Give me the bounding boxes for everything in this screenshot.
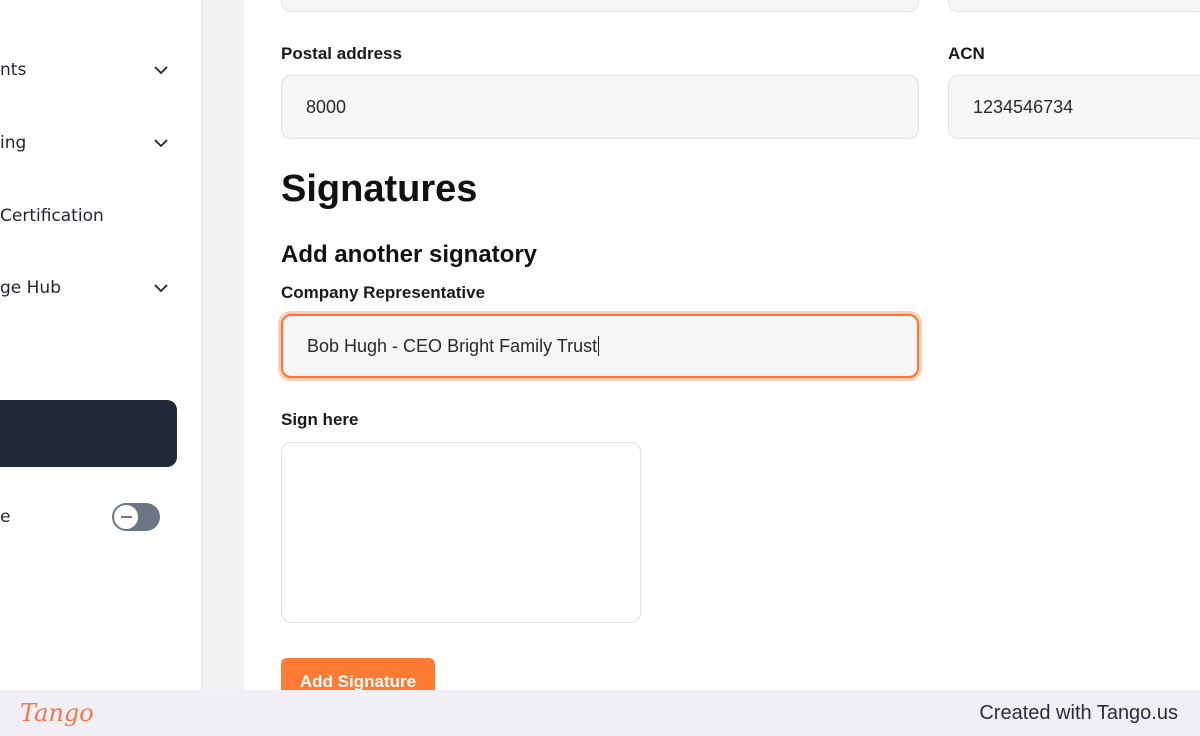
previous-field-right[interactable] [948, 0, 1200, 12]
text-caret [598, 336, 600, 356]
minus-icon [114, 505, 138, 529]
sign-here-label: Sign here [281, 410, 359, 429]
previous-field-left[interactable] [281, 0, 919, 12]
sidebar-item-label: nts [0, 60, 27, 80]
company-representative-value: Bob Hugh - CEO Bright Family Trust [307, 335, 598, 356]
sidebar-item-certification[interactable]: Certification [0, 196, 190, 236]
chevron-down-icon [154, 66, 168, 75]
chevron-down-icon [154, 284, 168, 293]
signature-pad[interactable] [281, 442, 641, 623]
tango-footer: Tango Created with Tango.us [0, 690, 1200, 736]
company-representative-input[interactable]: Bob Hugh - CEO Bright Family Trust [281, 314, 919, 378]
acn-value: 1234546734 [973, 96, 1074, 117]
sidebar-item-hub[interactable]: ge Hub [0, 268, 190, 308]
sidebar: nts ing Certification ge Hub e [0, 0, 202, 690]
signatures-heading: Signatures [281, 168, 478, 210]
chevron-down-icon [154, 139, 168, 148]
postal-address-value: 8000 [306, 96, 347, 117]
theme-toggle[interactable] [112, 503, 160, 531]
sidebar-active-item[interactable] [0, 400, 177, 467]
postal-address-input[interactable]: 8000 [281, 75, 919, 139]
sidebar-toggle-row: e [0, 500, 170, 534]
sidebar-item-label: ge Hub [0, 278, 62, 298]
sidebar-item-label: Certification [0, 206, 104, 226]
company-representative-label: Company Representative [281, 283, 486, 302]
acn-input[interactable]: 1234546734 [948, 75, 1200, 139]
toggle-label: e [0, 507, 11, 527]
sidebar-item-1[interactable]: nts [0, 50, 190, 90]
sidebar-item-label: ing [0, 133, 27, 153]
acn-label: ACN [948, 44, 985, 63]
sidebar-item-2[interactable]: ing [0, 123, 190, 163]
footer-credit: Created with Tango.us [979, 701, 1178, 724]
add-signatory-heading: Add another signatory [281, 241, 538, 268]
tango-logo: Tango [20, 699, 94, 727]
postal-address-label: Postal address [281, 44, 402, 63]
main-panel: Postal address 8000 ACN 1234546734 Signa… [244, 0, 1200, 706]
